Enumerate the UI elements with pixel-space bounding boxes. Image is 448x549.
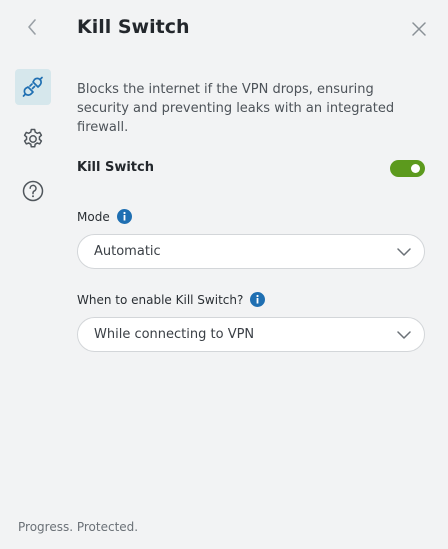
when-info-button[interactable] xyxy=(250,292,266,307)
kill-switch-toggle[interactable] xyxy=(390,160,425,177)
chevron-down-icon xyxy=(397,329,411,341)
info-icon xyxy=(250,292,266,307)
mode-info-button[interactable] xyxy=(116,209,132,224)
mode-field-label: Mode xyxy=(77,209,132,224)
gear-icon xyxy=(23,128,43,148)
rail-item-settings[interactable] xyxy=(15,121,51,157)
when-select[interactable]: While connecting to VPN xyxy=(77,317,425,352)
when-field-label: When to enable Kill Switch? xyxy=(77,292,266,307)
page-title: Kill Switch xyxy=(77,16,190,38)
close-icon xyxy=(412,22,426,36)
rail-item-kill-switch[interactable] xyxy=(15,69,51,105)
chevron-down-icon xyxy=(397,246,411,258)
rail-item-help[interactable] xyxy=(15,173,51,209)
when-select-value: While connecting to VPN xyxy=(94,327,255,342)
when-label-text: When to enable Kill Switch? xyxy=(77,292,244,307)
help-circle-icon xyxy=(22,180,44,202)
close-button[interactable] xyxy=(407,17,431,41)
info-icon xyxy=(116,209,132,224)
chevron-left-icon xyxy=(28,19,36,35)
mode-label-text: Mode xyxy=(77,209,110,224)
mode-select[interactable]: Automatic xyxy=(77,234,425,269)
mode-select-value: Automatic xyxy=(94,244,161,259)
kill-switch-description: Blocks the internet if the VPN drops, en… xyxy=(77,82,395,135)
kill-switch-panel: Kill Switch Blocks the internet if the V… xyxy=(0,0,448,549)
toggle-knob xyxy=(411,164,420,173)
kill-switch-label: Kill Switch xyxy=(77,160,154,175)
back-button[interactable] xyxy=(20,15,44,39)
footer-tagline: Progress. Protected. xyxy=(18,520,139,534)
plug-icon xyxy=(22,76,43,97)
